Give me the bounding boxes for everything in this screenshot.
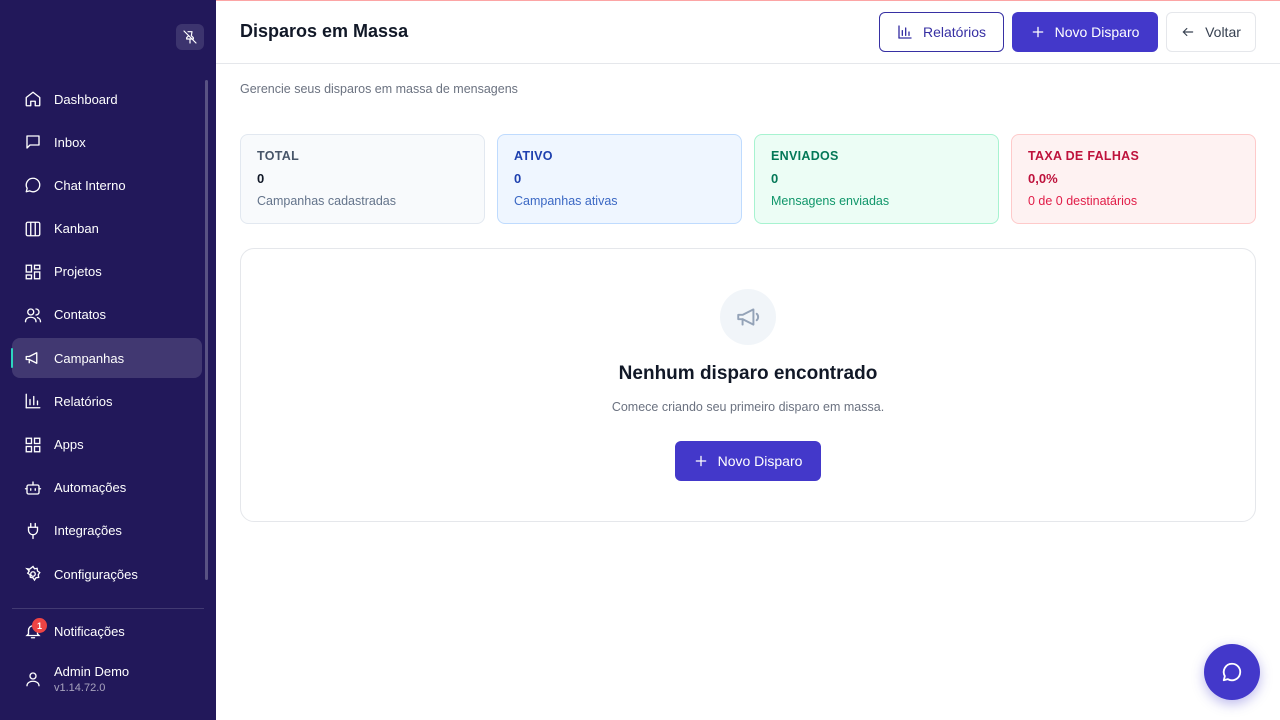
plus-icon: [1031, 25, 1045, 39]
stat-label: TAXA DE FALHAS: [1028, 149, 1140, 163]
sidebar-item-automacoes[interactable]: Automações: [12, 468, 202, 508]
chat-icon: [24, 176, 42, 194]
sidebar-item-label: Contatos: [54, 307, 107, 323]
apps-icon: [24, 436, 42, 454]
stat-label: ATIVO: [514, 149, 553, 163]
app-version: v1.14.72.0: [54, 682, 106, 694]
chat-bubble-icon: [1222, 662, 1242, 682]
empty-new-dispatch-button[interactable]: Novo Disparo: [675, 441, 821, 481]
notification-count-badge: 1: [32, 618, 47, 633]
sidebar-item-label: Relatórios: [54, 393, 113, 409]
sidebar-item-label: Campanhas: [54, 350, 125, 366]
sidebar-item-label: Dashboard: [54, 91, 118, 107]
megaphone-icon: [720, 289, 776, 345]
notifications-label: Notificações: [54, 623, 125, 639]
stat-card-active: ATIVO 0 Campanhas ativas: [497, 134, 742, 224]
unpin-sidebar-button[interactable]: [176, 24, 204, 50]
reports-button-label: Relatórios: [922, 24, 987, 40]
sidebar-item-label: Automações: [54, 480, 127, 496]
arrow-left-icon: [1181, 25, 1195, 39]
stat-description: Mensagens enviadas: [771, 194, 890, 208]
page-header: Disparos em Massa Relatórios Novo Dispar…: [216, 0, 1280, 64]
stat-card-sent: ENVIADOS 0 Mensagens enviadas: [754, 134, 999, 224]
sidebar-item-label: Inbox: [54, 134, 86, 150]
sidebar-item-dashboard[interactable]: Dashboard: [12, 79, 202, 119]
stat-description: Campanhas cadastradas: [257, 194, 396, 208]
sidebar-nav: Dashboard Inbox Chat Interno Kanban Proj…: [11, 79, 202, 597]
home-icon: [24, 90, 42, 108]
sidebar-item-kanban[interactable]: Kanban: [12, 209, 202, 249]
pin-off-icon: [183, 30, 197, 44]
inbox-icon: [24, 133, 42, 151]
sidebar-scrollbar[interactable]: [205, 80, 208, 580]
stat-value: 0: [514, 171, 522, 186]
sidebar-item-chat-interno[interactable]: Chat Interno: [12, 165, 202, 205]
stat-card-total: TOTAL 0 Campanhas cadastradas: [240, 134, 485, 224]
sidebar-item-inbox[interactable]: Inbox: [12, 122, 202, 162]
gear-icon: [24, 565, 42, 583]
sidebar-item-label: Integrações: [54, 523, 122, 539]
contacts-icon: [24, 306, 42, 324]
projects-icon: [24, 263, 42, 281]
empty-new-dispatch-label: Novo Disparo: [717, 453, 803, 469]
bell-icon: 1: [24, 618, 47, 640]
page-title: Disparos em Massa: [240, 21, 409, 41]
new-dispatch-button-label: Novo Disparo: [1054, 24, 1140, 40]
bar-chart-icon: [897, 24, 913, 40]
sidebar-item-integracoes[interactable]: Integrações: [12, 511, 202, 551]
sidebar-item-projetos[interactable]: Projetos: [12, 252, 202, 292]
sidebar-item-campanhas[interactable]: Campanhas: [11, 338, 202, 379]
sidebar-item-apps[interactable]: Apps: [12, 425, 202, 465]
sidebar: Dashboard Inbox Chat Interno Kanban Proj…: [0, 0, 216, 720]
stat-value: 0: [257, 171, 265, 186]
sidebar-item-label: Chat Interno: [54, 177, 126, 193]
empty-state-description: Comece criando seu primeiro disparo em m…: [611, 400, 885, 414]
empty-state-title: Nenhum disparo encontrado: [618, 363, 878, 384]
sidebar-item-relatorios[interactable]: Relatórios: [12, 381, 202, 421]
user-profile[interactable]: Admin Demo v1.14.72.0: [24, 664, 129, 694]
stat-description: 0 de 0 destinatários: [1028, 194, 1138, 208]
floating-chat-button[interactable]: [1204, 644, 1260, 700]
megaphone-icon: [24, 349, 42, 367]
plus-icon: [694, 454, 708, 468]
user-name: Admin Demo: [54, 664, 130, 679]
stat-card-failure-rate: TAXA DE FALHAS 0,0% 0 de 0 destinatários: [1011, 134, 1256, 224]
back-button-label: Voltar: [1205, 24, 1241, 40]
back-button[interactable]: Voltar: [1166, 12, 1256, 52]
plug-icon: [24, 522, 42, 540]
stat-value: 0: [771, 171, 779, 186]
page-subtitle: Gerencie seus disparos em massa de mensa…: [240, 82, 518, 96]
stat-label: ENVIADOS: [771, 149, 839, 163]
stat-value: 0,0%: [1028, 171, 1058, 186]
sidebar-item-configuracoes[interactable]: Configurações: [12, 554, 202, 594]
notifications-button[interactable]: 1 Notificações: [24, 618, 125, 640]
stat-description: Campanhas ativas: [514, 194, 618, 208]
empty-state-card: Nenhum disparo encontrado Comece criando…: [240, 248, 1256, 522]
sidebar-item-label: Apps: [54, 437, 84, 452]
sidebar-divider: [12, 608, 204, 609]
sidebar-item-label: Projetos: [54, 264, 102, 280]
sidebar-item-label: Configurações: [54, 566, 138, 582]
sidebar-item-contatos[interactable]: Contatos: [12, 295, 202, 335]
stat-label: TOTAL: [257, 149, 300, 163]
user-icon: [24, 670, 42, 688]
new-dispatch-button[interactable]: Novo Disparo: [1012, 12, 1158, 52]
reports-button[interactable]: Relatórios: [879, 12, 1004, 52]
bot-icon: [24, 479, 42, 497]
kanban-icon: [24, 220, 42, 238]
sidebar-item-label: Kanban: [54, 221, 99, 237]
bar-chart-icon: [24, 392, 42, 410]
